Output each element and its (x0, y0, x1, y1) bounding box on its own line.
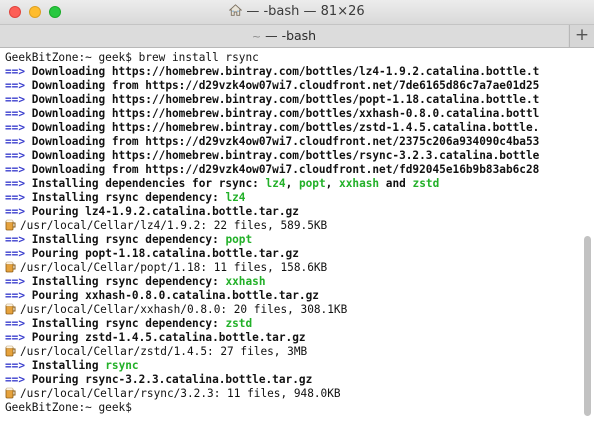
command-line: GeekBitZone:~ geek$ brew install rsync (5, 51, 580, 65)
line-text: Pouring zstd-1.4.5.catalina.bottle.tar.g… (31, 331, 306, 344)
home-icon (229, 4, 243, 16)
line-text: Installing (31, 359, 99, 372)
tab-bar: ~ — -bash + (0, 25, 594, 48)
output-line: ==> Installing rsync dependency: zstd (5, 317, 580, 331)
arrow-marker: ==> (5, 121, 26, 134)
output-line: /usr/local/Cellar/lz4/1.9.2: 22 files, 5… (5, 219, 580, 233)
line-text: /usr/local/Cellar/zstd/1.4.5: 27 files, … (20, 345, 308, 358)
arrow-marker: ==> (5, 149, 26, 162)
line-text: Pouring xxhash-0.8.0.catalina.bottle.tar… (31, 289, 319, 302)
arrow-marker: ==> (5, 373, 26, 386)
command-text: brew install rsync (138, 51, 259, 64)
line-text: /usr/local/Cellar/lz4/1.9.2: 22 files, 5… (20, 219, 328, 232)
beer-icon (5, 345, 16, 357)
output-line: ==> Pouring popt-1.18.catalina.bottle.ta… (5, 247, 580, 261)
output-line: ==> Pouring zstd-1.4.5.catalina.bottle.t… (5, 331, 580, 345)
prompt-line: GeekBitZone:~ geek$ (5, 401, 580, 415)
line-text: Downloading https://homebrew.bintray.com… (31, 121, 540, 134)
package-name: rsync (105, 359, 139, 372)
package-name: lz4 (225, 191, 246, 204)
beer-icon (5, 387, 16, 399)
output-line: ==> Downloading https://homebrew.bintray… (5, 121, 580, 135)
terminal-output[interactable]: GeekBitZone:~ geek$ brew install rsync =… (0, 48, 580, 421)
beer-icon (5, 219, 16, 231)
line-text: Downloading https://homebrew.bintray.com… (31, 65, 540, 78)
line-text: Installing rsync dependency: (31, 317, 219, 330)
arrow-marker: ==> (5, 275, 26, 288)
package-name: popt (225, 233, 253, 246)
line-text: Installing dependencies for rsync: (31, 177, 259, 190)
line-text: Pouring rsync-3.2.3.catalina.bottle.tar.… (31, 373, 313, 386)
line-text: Downloading https://homebrew.bintray.com… (31, 93, 540, 106)
line-text: Downloading https://homebrew.bintray.com… (31, 107, 540, 120)
prompt: GeekBitZone:~ geek$ (5, 401, 132, 414)
arrow-marker: ==> (5, 107, 26, 120)
arrow-marker: ==> (5, 289, 26, 302)
line-text: /usr/local/Cellar/xxhash/0.8.0: 20 files… (20, 303, 348, 316)
line-text: Pouring popt-1.18.catalina.bottle.tar.gz (31, 247, 299, 260)
title-bar[interactable]: — -bash — 81×26 (0, 0, 594, 25)
output-line: /usr/local/Cellar/rsync/3.2.3: 11 files,… (5, 387, 580, 401)
output-line: ==> Installing rsync dependency: lz4 (5, 191, 580, 205)
arrow-marker: ==> (5, 163, 26, 176)
output-line: ==> Downloading https://homebrew.bintray… (5, 93, 580, 107)
arrow-marker: ==> (5, 65, 26, 78)
beer-icon (5, 303, 16, 315)
arrow-marker: ==> (5, 359, 26, 372)
line-text: Installing rsync dependency: (31, 275, 219, 288)
output-line: ==> Downloading from https://d29vzk4ow07… (5, 79, 580, 93)
tab-title: — -bash (265, 28, 317, 43)
output-line: ==> Installing dependencies for rsync: l… (5, 177, 440, 190)
output-line: ==> Downloading https://homebrew.bintray… (5, 65, 580, 79)
line-text: /usr/local/Cellar/rsync/3.2.3: 11 files,… (20, 387, 341, 400)
output-line: /usr/local/Cellar/zstd/1.4.5: 27 files, … (5, 345, 580, 359)
output-line: ==> Downloading from https://d29vzk4ow07… (5, 135, 580, 149)
line-text: Downloading from https://d29vzk4ow07wi7.… (31, 163, 540, 176)
line-text: Pouring lz4-1.9.2.catalina.bottle.tar.gz (31, 205, 299, 218)
arrow-marker: ==> (5, 177, 26, 190)
output-line: ==> Installing rsync dependency: xxhash (5, 275, 580, 289)
scrollbar-thumb[interactable] (584, 236, 591, 416)
package-name: xxhash (225, 275, 266, 288)
output-line: ==> Downloading https://homebrew.bintray… (5, 149, 580, 163)
tab-prefix: ~ (251, 30, 262, 43)
arrow-marker: ==> (5, 79, 26, 92)
output-line: ==> Installing rsync (5, 359, 580, 373)
prompt: GeekBitZone:~ geek$ (5, 51, 132, 64)
package-name: zstd (412, 177, 440, 190)
output-line: ==> Downloading from https://d29vzk4ow07… (5, 163, 580, 177)
output-line: ==> Pouring xxhash-0.8.0.catalina.bottle… (5, 289, 580, 303)
output-line: ==> Pouring lz4-1.9.2.catalina.bottle.ta… (5, 205, 580, 219)
output-line: ==> Downloading https://homebrew.bintray… (5, 107, 580, 121)
package-name: lz4 (265, 177, 286, 190)
window-title: — -bash — 81×26 (0, 4, 594, 19)
arrow-marker: ==> (5, 191, 26, 204)
line-text: Downloading from https://d29vzk4ow07wi7.… (31, 79, 540, 92)
line-text: Installing rsync dependency: (31, 233, 219, 246)
output-line: /usr/local/Cellar/popt/1.18: 11 files, 1… (5, 261, 580, 275)
output-line: ==> Pouring rsync-3.2.3.catalina.bottle.… (5, 373, 580, 387)
window-title-text: — -bash — 81×26 (246, 4, 365, 19)
package-name: xxhash (339, 177, 380, 190)
line-text: /usr/local/Cellar/popt/1.18: 11 files, 1… (20, 261, 328, 274)
line-text: Downloading from https://d29vzk4ow07wi7.… (31, 135, 540, 148)
arrow-marker: ==> (5, 135, 26, 148)
arrow-marker: ==> (5, 93, 26, 106)
arrow-marker: ==> (5, 331, 26, 344)
line-text: Downloading https://homebrew.bintray.com… (31, 149, 540, 162)
tab-bash[interactable]: ~ — -bash (0, 25, 568, 47)
package-name: zstd (225, 317, 253, 330)
conjunction: and (385, 177, 406, 190)
output-line: ==> Installing rsync dependency: popt (5, 233, 580, 247)
arrow-marker: ==> (5, 233, 26, 246)
beer-icon (5, 261, 16, 273)
terminal-window: — -bash — 81×26 ~ — -bash + GeekBitZone:~… (0, 0, 594, 421)
package-name: popt (298, 177, 326, 190)
line-text: Installing rsync dependency: (31, 191, 219, 204)
output-line: /usr/local/Cellar/xxhash/0.8.0: 20 files… (5, 303, 580, 317)
arrow-marker: ==> (5, 317, 26, 330)
arrow-marker: ==> (5, 205, 26, 218)
new-tab-button[interactable]: + (569, 25, 594, 47)
arrow-marker: ==> (5, 247, 26, 260)
